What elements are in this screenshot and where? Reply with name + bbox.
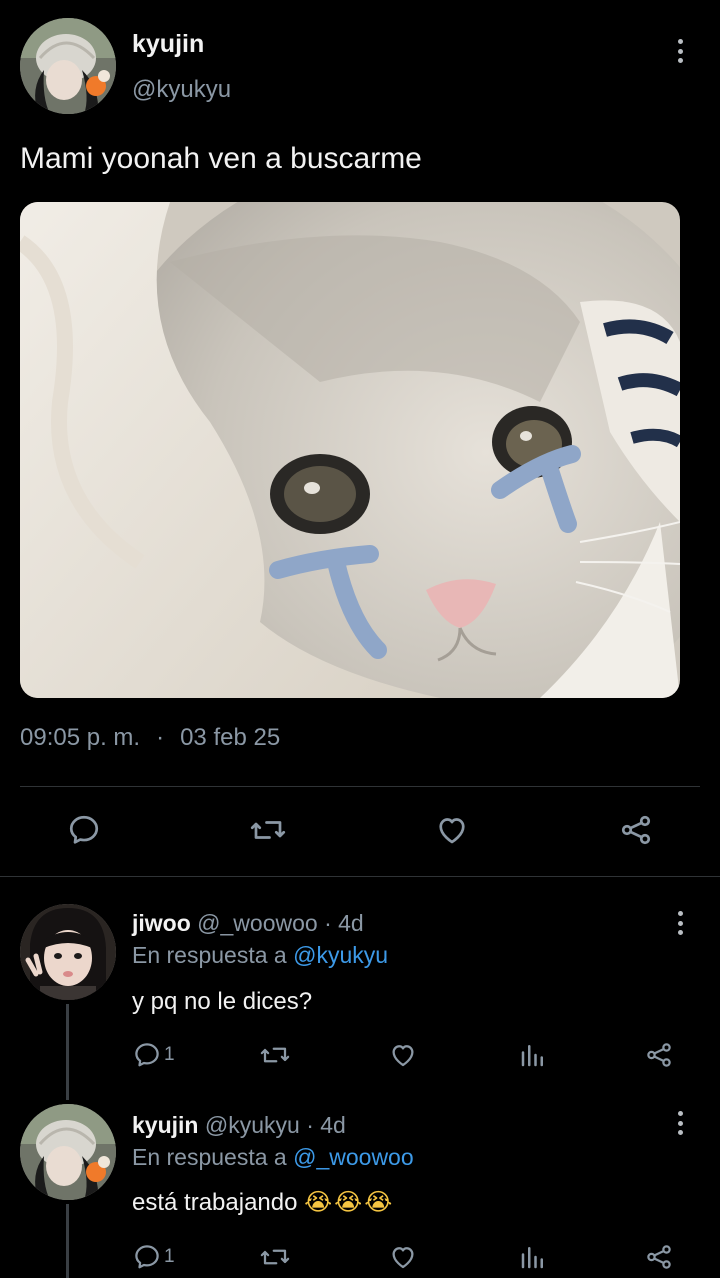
more-options-icon[interactable]	[670, 36, 690, 66]
comment-bubble-icon	[69, 815, 99, 844]
timestamp-separator: ·	[156, 724, 165, 751]
retweet-icon	[250, 821, 286, 839]
author-name[interactable]: kyujin	[132, 30, 204, 59]
more-options-icon[interactable]	[670, 908, 690, 938]
share-icon	[621, 815, 651, 845]
tweet-media-image[interactable]	[20, 202, 680, 698]
reply-header: jiwoo @_woowoo · 4d	[132, 910, 364, 937]
reply-author-handle[interactable]: @kyukyu	[205, 1112, 300, 1138]
tweet-text: Mami yoonah ven a buscarme	[20, 142, 422, 175]
comment-bubble-icon	[135, 1245, 159, 1269]
avatar-kyujin[interactable]	[20, 1104, 116, 1200]
reply-author-name[interactable]: kyujin	[132, 1112, 198, 1138]
reply-context-mention[interactable]: @_woowoo	[293, 1144, 414, 1170]
reply-header: kyujin @kyukyu · 4d	[132, 1112, 346, 1139]
reply-button[interactable]: 1	[132, 1242, 175, 1272]
retweet-button[interactable]	[258, 1242, 292, 1272]
retweet-button[interactable]	[258, 1040, 292, 1070]
reply-author-handle[interactable]: @_woowoo	[197, 910, 318, 936]
share-button[interactable]	[644, 1040, 674, 1070]
share-icon	[647, 1245, 671, 1269]
retweet-icon	[260, 1047, 290, 1063]
retweet-button[interactable]	[248, 812, 288, 848]
reply-text: está trabajando 😭😭😭	[132, 1188, 394, 1217]
reply-count: 1	[164, 1246, 175, 1267]
retweet-icon	[260, 1249, 290, 1265]
thread-line	[66, 1204, 69, 1278]
heart-icon	[439, 818, 465, 844]
crying-emoji: 😭😭😭	[304, 1188, 395, 1216]
reply-context: En respuesta a @kyukyu	[132, 942, 388, 969]
comment-bubble-icon	[135, 1043, 159, 1067]
tweet-timestamp-row: 09:05 p. m. · 03 feb 25	[20, 724, 280, 752]
reply-context-mention[interactable]: @kyukyu	[293, 942, 388, 968]
tweet-date[interactable]: 03 feb 25	[180, 724, 280, 752]
analytics-bars-icon	[521, 1045, 543, 1067]
reply-age: · 4d	[306, 1112, 346, 1138]
divider-top	[20, 786, 700, 787]
share-button[interactable]	[618, 812, 654, 848]
like-button[interactable]	[388, 1242, 418, 1272]
reply-context: En respuesta a @_woowoo	[132, 1144, 414, 1171]
divider-bottom	[0, 876, 720, 877]
share-icon	[647, 1043, 671, 1067]
views-button[interactable]	[518, 1242, 548, 1272]
reply-button[interactable]	[66, 812, 102, 848]
reply-button[interactable]: 1	[132, 1040, 175, 1070]
heart-icon	[392, 1045, 414, 1067]
avatar-jiwoo[interactable]	[20, 904, 116, 1000]
author-handle[interactable]: @kyukyu	[132, 76, 231, 104]
reply-author-name[interactable]: jiwoo	[132, 910, 191, 936]
more-options-icon[interactable]	[670, 1108, 690, 1138]
views-button[interactable]	[518, 1040, 548, 1070]
share-button[interactable]	[644, 1242, 674, 1272]
avatar-kyujin[interactable]	[20, 18, 116, 114]
like-button[interactable]	[388, 1040, 418, 1070]
reply-age: · 4d	[324, 910, 364, 936]
analytics-bars-icon	[521, 1247, 543, 1269]
reply-count: 1	[164, 1044, 175, 1065]
like-button[interactable]	[434, 812, 470, 848]
thread-line	[66, 1004, 69, 1100]
heart-icon	[392, 1247, 414, 1269]
reply-context-prefix: En respuesta a	[132, 942, 287, 968]
tweet-time[interactable]: 09:05 p. m.	[20, 724, 140, 752]
reply-text-body: está trabajando	[132, 1189, 298, 1216]
reply-text: y pq no le dices?	[132, 988, 313, 1015]
reply-context-prefix: En respuesta a	[132, 1144, 287, 1170]
